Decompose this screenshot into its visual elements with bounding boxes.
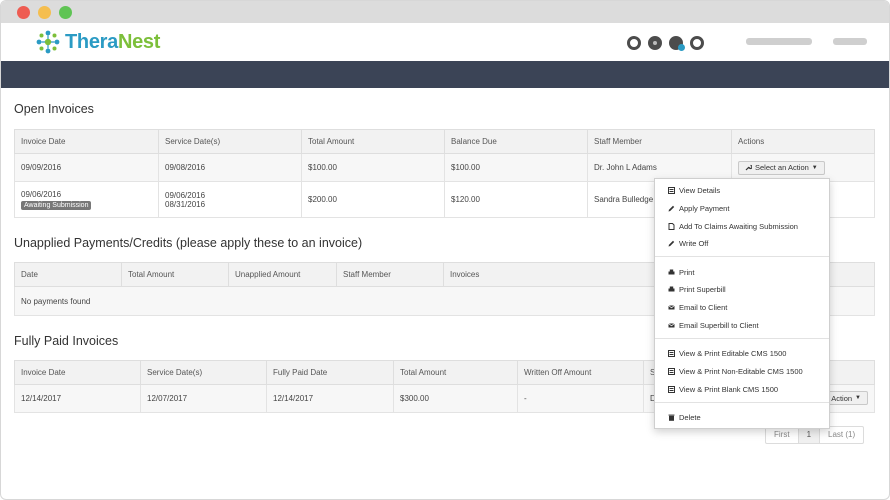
menu-divider (655, 338, 829, 339)
pencil-icon (668, 240, 675, 247)
select-action-button[interactable]: Select an Action ▼ (738, 160, 825, 175)
column-header[interactable]: Written Off Amount (517, 360, 644, 385)
settings-icon[interactable] (627, 36, 641, 50)
envelope-icon (668, 323, 675, 328)
list-icon (668, 368, 675, 375)
menu-item-print[interactable]: Print (668, 268, 694, 277)
menu-item-view-print-blank-cms[interactable]: View & Print Blank CMS 1500 (668, 385, 778, 394)
column-header[interactable]: Fully Paid Date (266, 360, 394, 385)
user-name-placeholder[interactable] (746, 38, 812, 45)
menu-item-view-details[interactable]: View Details (668, 186, 720, 195)
caret-down-icon: ▼ (811, 164, 818, 171)
caret-down-icon: ▼ (855, 395, 861, 401)
menu-item-view-print-editable-cms[interactable]: View & Print Editable CMS 1500 (668, 349, 786, 358)
column-header[interactable]: Invoice Date (14, 129, 159, 154)
list-icon (668, 187, 675, 194)
written-off-cell: - (517, 384, 644, 413)
logo-text: TheraNest (65, 30, 161, 53)
menu-item-email-to-client[interactable]: Email to Client (668, 303, 727, 312)
app-header: TheraNest (1, 23, 889, 61)
invoice-date-cell: 09/06/2016 Awaiting Submission (14, 181, 159, 218)
pagination-first[interactable]: First (766, 427, 799, 443)
fully-paid-date-cell: 12/14/2017 (266, 384, 394, 413)
service-date-value-2: 08/31/2016 (165, 199, 206, 209)
pencil-icon (668, 205, 675, 212)
main-navbar (1, 61, 889, 88)
column-header[interactable]: Invoice Date (14, 360, 141, 385)
actions-dropdown-menu: View Details Apply Payment Add To Claims… (654, 178, 830, 429)
maximize-window-button[interactable] (59, 6, 72, 19)
open-invoices-title: Open Invoices (14, 102, 94, 116)
column-header[interactable]: Total Amount (121, 262, 229, 287)
action-button[interactable]: Action ▼ (824, 391, 868, 405)
menu-item-delete[interactable]: Delete (668, 413, 701, 422)
column-header[interactable]: Staff Member (336, 262, 444, 287)
invoice-date-cell: 09/09/2016 (14, 153, 159, 182)
column-header[interactable]: Service Date(s) (140, 360, 267, 385)
menu-item-view-print-non-editable-cms[interactable]: View & Print Non-Editable CMS 1500 (668, 367, 803, 376)
help-icon[interactable] (648, 36, 662, 50)
close-window-button[interactable] (17, 6, 30, 19)
column-header[interactable]: Date (14, 262, 122, 287)
theranest-logo[interactable]: TheraNest (35, 28, 160, 56)
column-header[interactable]: Unapplied Amount (228, 262, 337, 287)
logout-placeholder[interactable] (833, 38, 867, 45)
menu-item-print-superbill[interactable]: Print Superbill (668, 285, 726, 294)
document-icon (668, 223, 675, 230)
total-amount-cell: $300.00 (393, 384, 518, 413)
header-icons (627, 36, 704, 51)
status-badge: Awaiting Submission (21, 200, 92, 210)
messages-icon[interactable] (669, 36, 685, 51)
window-titlebar (1, 1, 889, 23)
action-label: Action (831, 393, 853, 403)
menu-divider (655, 256, 829, 257)
app-window: TheraNest Open Invoices Invoice Date Ser… (0, 0, 890, 500)
menu-item-email-superbill[interactable]: Email Superbill to Client (668, 321, 759, 330)
service-date-cell: 12/07/2017 (140, 384, 267, 413)
total-amount-cell: $200.00 (301, 181, 445, 218)
menu-divider (655, 402, 829, 403)
total-amount-cell: $100.00 (301, 153, 445, 182)
menu-item-add-to-claims[interactable]: Add To Claims Awaiting Submission (668, 222, 798, 231)
column-header[interactable]: Balance Due (444, 129, 588, 154)
printer-icon (668, 286, 675, 292)
service-date-value: 09/06/2016 (165, 190, 206, 200)
list-icon (668, 386, 675, 393)
minimize-window-button[interactable] (38, 6, 51, 19)
invoice-date-cell: 12/14/2017 (14, 384, 141, 413)
column-header[interactable]: Service Date(s) (158, 129, 302, 154)
list-icon (668, 350, 675, 357)
menu-item-write-off[interactable]: Write Off (668, 239, 708, 248)
envelope-icon (668, 305, 675, 310)
fully-paid-invoices-title: Fully Paid Invoices (14, 334, 119, 348)
pagination-last[interactable]: Last (1) (820, 427, 863, 443)
wrench-icon (745, 164, 752, 171)
logo-mark-icon (36, 30, 60, 54)
column-header[interactable]: Total Amount (301, 129, 445, 154)
service-date-cell: 09/08/2016 (158, 153, 302, 182)
invoice-date-value: 09/06/2016 (21, 189, 62, 199)
balance-due-cell: $120.00 (444, 181, 588, 218)
pagination-current-page[interactable]: 1 (798, 427, 821, 443)
unapplied-payments-title: Unapplied Payments/Credits (please apply… (14, 236, 363, 250)
printer-icon (668, 269, 675, 275)
select-action-label: Select an Action (755, 163, 809, 172)
column-header[interactable]: Staff Member (587, 129, 732, 154)
menu-item-apply-payment[interactable]: Apply Payment (668, 204, 729, 213)
notifications-icon[interactable] (690, 36, 704, 50)
balance-due-cell: $100.00 (444, 153, 588, 182)
column-header: Actions (731, 129, 875, 154)
trash-icon (668, 414, 675, 421)
column-header[interactable]: Total Amount (393, 360, 518, 385)
service-date-cell: 09/06/2016 08/31/2016 (158, 181, 302, 218)
